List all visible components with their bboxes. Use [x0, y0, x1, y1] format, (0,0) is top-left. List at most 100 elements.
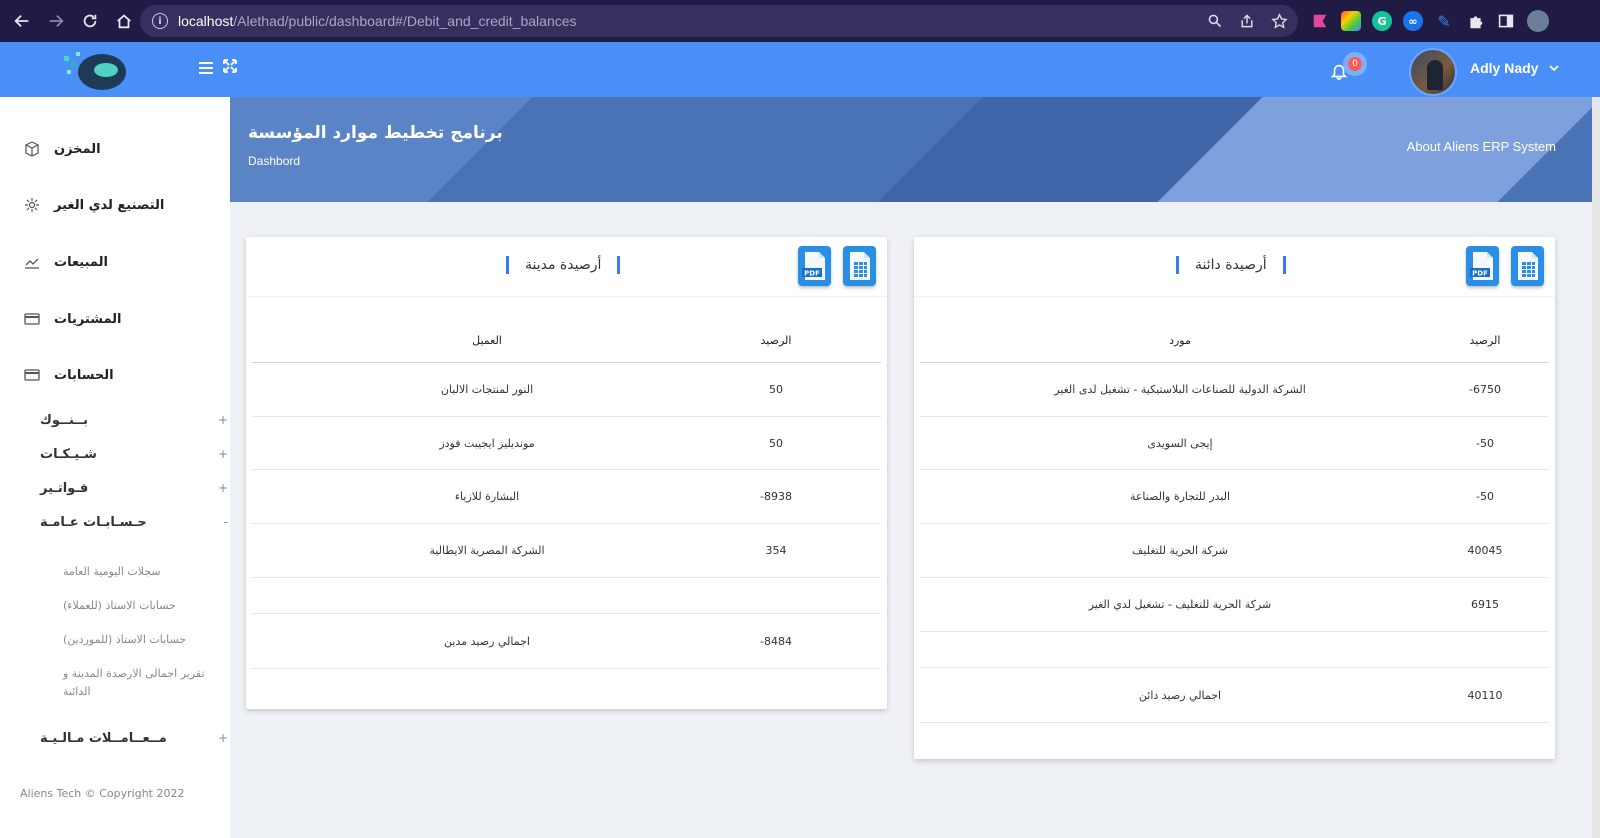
expand-icon[interactable]: +: [218, 413, 228, 427]
sidebar-item-inventory[interactable]: المخزن: [0, 129, 230, 169]
sidebar-sub-checks[interactable]: شـيـكـات: [40, 447, 97, 462]
table-spacer-row: [252, 578, 881, 614]
sidepanel-icon[interactable]: [1496, 11, 1516, 31]
sidebar: المخزن التصنيع لدي الغير المبيعات المشتر…: [0, 97, 230, 838]
browser-toolbar: i localhost/Alethad/public/dashboard#/De…: [0, 0, 1600, 42]
share-icon[interactable]: [1238, 12, 1256, 30]
site-info-icon[interactable]: i: [152, 13, 168, 29]
user-avatar[interactable]: [1409, 48, 1457, 96]
cell-supplier: شركة الحرية للتغليف: [1132, 544, 1228, 557]
export-excel-button[interactable]: [843, 246, 876, 286]
forward-icon[interactable]: [40, 5, 72, 37]
sidebar-sub-financial[interactable]: مــعــامــلات مـالـيـة: [40, 731, 167, 746]
card-icon: [24, 311, 40, 327]
page-scrollbar[interactable]: [1592, 97, 1600, 838]
sidebar-item-accounts[interactable]: الحسابات: [0, 355, 230, 395]
export-excel-button[interactable]: [1511, 246, 1544, 286]
back-icon[interactable]: [6, 5, 38, 37]
cell-customer: البشارة للازياء: [454, 490, 520, 503]
table-row: 40045 شركة الحرية للتغليف: [920, 524, 1549, 578]
sidebar-sub-banks[interactable]: بــنــوك: [40, 413, 88, 428]
credit-table: الرصيد مورد -6750 الشركة الدولية للصناعا…: [920, 297, 1549, 759]
column-header-balance[interactable]: الرصيد: [722, 319, 830, 362]
column-header-customer[interactable]: العميل: [312, 319, 662, 362]
cell-supplier: إيجى السويدى: [1147, 436, 1213, 450]
export-pdf-button[interactable]: PDF: [1466, 246, 1499, 286]
notification-badge[interactable]: 0: [1343, 52, 1367, 76]
card-title: أرصيدة دائنة: [1176, 256, 1286, 274]
collapse-icon[interactable]: -: [224, 515, 228, 529]
debit-balances-card: أرصيدة مدينة PDF الرصيد العميل 50 النور …: [246, 237, 887, 709]
user-name[interactable]: Adly Nady: [1470, 60, 1538, 76]
sidebar-link-balances-report[interactable]: تقرير اجمالى الارصدة المدينة و الدائنة: [63, 665, 223, 701]
menu-toggle-icon[interactable]: [198, 60, 214, 81]
extensions-puzzle-icon[interactable]: [1465, 11, 1485, 31]
cell-balance: 40045: [1467, 544, 1503, 557]
cell-customer: النور لمنتجات الالبان: [440, 383, 534, 396]
expand-icon[interactable]: +: [218, 731, 228, 745]
table-row: 6915 شركة الحرية للتغليف - تشغيل لدي الغ…: [920, 578, 1549, 632]
card-title: أرصيدة مدينة: [506, 256, 621, 274]
extension-flag-icon[interactable]: [1310, 11, 1330, 31]
table-header-row: الرصيد مورد: [920, 319, 1549, 363]
table-row: 50 النور لمنتجات الالبان: [252, 363, 881, 417]
table-row: -6750 الشركة الدولية للصناعات البلاستيكي…: [920, 363, 1549, 417]
table-total-row: 40110 اجمالي رصيد دائن: [920, 668, 1549, 723]
cell-balance: -50: [1476, 436, 1494, 450]
extension-feather-icon[interactable]: ✎: [1434, 11, 1454, 31]
cell-balance: -50: [1476, 490, 1494, 503]
extension-colorgrid-icon[interactable]: [1341, 11, 1361, 31]
credit-balances-card: أرصيدة دائنة PDF الرصيد مورد -6750 الشرك…: [914, 237, 1555, 759]
cell-balance: -6750: [1469, 383, 1501, 396]
extension-infinity-icon[interactable]: ∞: [1403, 11, 1423, 31]
column-header-balance[interactable]: الرصيد: [1440, 319, 1530, 362]
sidebar-link-ledger-suppliers[interactable]: حسابات الاستاذ (للموردين): [63, 631, 223, 649]
profile-icon[interactable]: [1527, 10, 1549, 32]
sidebar-link-journal[interactable]: سجلات اليومية العامة: [63, 563, 223, 581]
table-spacer-row: [920, 632, 1549, 668]
cell-supplier: البدر للتجارة والصناعة: [1129, 490, 1231, 503]
url-text[interactable]: localhost/Alethad/public/dashboard#/Debi…: [178, 13, 577, 29]
expand-icon[interactable]: +: [218, 447, 228, 461]
address-bar[interactable]: i localhost/Alethad/public/dashboard#/De…: [140, 5, 1298, 37]
cell-customer: مونديليز ايجيبت فودز: [439, 436, 535, 450]
page-title: برنامج تخطيط موارد المؤسسة: [248, 123, 503, 143]
table-row: 50 مونديليز ايجيبت فودز: [252, 417, 881, 470]
app-header: 0 Adly Nady: [0, 42, 1600, 97]
cell-balance: -8938: [760, 490, 792, 503]
cell-supplier: شركة الحرية للتغليف - تشغيل لدي الغير: [1088, 598, 1272, 611]
cell-balance: 50: [769, 436, 783, 450]
zoom-icon[interactable]: [1206, 12, 1224, 30]
sidebar-item-outsourcing[interactable]: التصنيع لدي الغير: [0, 185, 230, 225]
table-row: 354 الشركة المصرية الايطالية: [252, 524, 881, 578]
cell-balance: 354: [765, 544, 787, 557]
sidebar-sub-invoices[interactable]: فـواتـير: [40, 481, 88, 496]
about-link[interactable]: About Aliens ERP System: [1407, 139, 1556, 154]
table-row: -50 البدر للتجارة والصناعة: [920, 470, 1549, 524]
sidebar-item-purchases[interactable]: المشتريات: [0, 299, 230, 339]
extension-grammarly-icon[interactable]: G: [1372, 11, 1392, 31]
gear-icon: [24, 197, 40, 213]
app-logo[interactable]: [62, 46, 128, 94]
reload-icon[interactable]: [74, 5, 106, 37]
sidebar-link-ledger-customers[interactable]: حسابات الاستاذ (للعملاء): [63, 597, 223, 615]
fullscreen-icon[interactable]: [222, 58, 238, 79]
export-pdf-button[interactable]: PDF: [798, 246, 831, 286]
home-icon[interactable]: [108, 5, 140, 37]
debit-table: الرصيد العميل 50 النور لمنتجات الالبان 5…: [252, 297, 881, 709]
sidebar-sub-general-accounts[interactable]: حـسـابـات عـامـة: [40, 515, 147, 530]
cell-supplier: الشركة الدولية للصناعات البلاستيكية - تش…: [1054, 383, 1306, 396]
svg-text:PDF: PDF: [1472, 270, 1488, 278]
breadcrumb[interactable]: Dashbord: [248, 154, 300, 168]
bookmark-star-icon[interactable]: [1270, 12, 1288, 30]
chart-line-icon: [24, 254, 40, 270]
card-icon: [24, 367, 40, 383]
cell-customer: الشركة المصرية الايطالية: [429, 544, 545, 557]
box-icon: [24, 141, 40, 157]
chevron-down-icon[interactable]: [1548, 62, 1560, 77]
table-row: -50 إيجى السويدى: [920, 417, 1549, 470]
expand-icon[interactable]: +: [218, 481, 228, 495]
cell-balance: 50: [769, 383, 783, 396]
sidebar-item-sales[interactable]: المبيعات: [0, 242, 230, 282]
column-header-supplier[interactable]: مورد: [980, 319, 1380, 362]
